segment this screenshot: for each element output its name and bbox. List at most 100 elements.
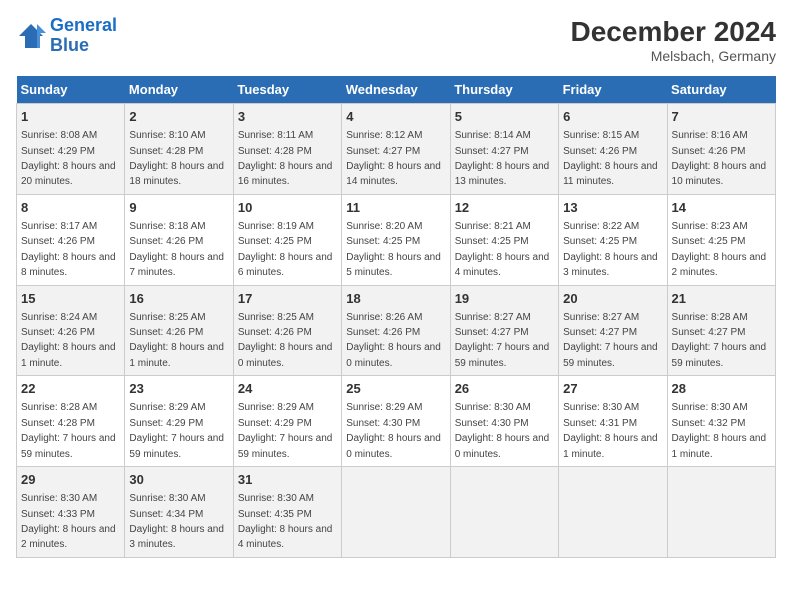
calendar-cell: 25 Sunrise: 8:29 AMSunset: 4:30 PMDaylig… — [342, 376, 450, 467]
day-number: 17 — [238, 290, 337, 308]
day-info: Sunrise: 8:23 AMSunset: 4:25 PMDaylight:… — [672, 221, 767, 278]
calendar-cell: 31 Sunrise: 8:30 AMSunset: 4:35 PMDaylig… — [233, 467, 341, 558]
calendar-cell — [559, 467, 667, 558]
day-info: Sunrise: 8:29 AMSunset: 4:30 PMDaylight:… — [346, 402, 441, 459]
calendar-cell: 13 Sunrise: 8:22 AMSunset: 4:25 PMDaylig… — [559, 194, 667, 285]
column-header-sunday: Sunday — [17, 76, 125, 104]
day-number: 15 — [21, 290, 120, 308]
calendar-cell: 15 Sunrise: 8:24 AMSunset: 4:26 PMDaylig… — [17, 285, 125, 376]
day-info: Sunrise: 8:29 AMSunset: 4:29 PMDaylight:… — [129, 402, 224, 459]
day-info: Sunrise: 8:28 AMSunset: 4:27 PMDaylight:… — [672, 312, 767, 369]
day-info: Sunrise: 8:29 AMSunset: 4:29 PMDaylight:… — [238, 402, 333, 459]
day-number: 29 — [21, 471, 120, 489]
calendar-header-row: SundayMondayTuesdayWednesdayThursdayFrid… — [17, 76, 776, 104]
day-number: 7 — [672, 108, 771, 126]
day-number: 28 — [672, 380, 771, 398]
calendar-week-row: 1 Sunrise: 8:08 AMSunset: 4:29 PMDayligh… — [17, 104, 776, 195]
calendar-cell — [450, 467, 558, 558]
day-info: Sunrise: 8:30 AMSunset: 4:30 PMDaylight:… — [455, 402, 550, 459]
logo: General Blue — [16, 16, 117, 56]
calendar-cell: 10 Sunrise: 8:19 AMSunset: 4:25 PMDaylig… — [233, 194, 341, 285]
day-info: Sunrise: 8:28 AMSunset: 4:28 PMDaylight:… — [21, 402, 116, 459]
calendar-cell: 6 Sunrise: 8:15 AMSunset: 4:26 PMDayligh… — [559, 104, 667, 195]
calendar-cell: 14 Sunrise: 8:23 AMSunset: 4:25 PMDaylig… — [667, 194, 775, 285]
calendar-week-row: 22 Sunrise: 8:28 AMSunset: 4:28 PMDaylig… — [17, 376, 776, 467]
day-number: 8 — [21, 199, 120, 217]
day-number: 23 — [129, 380, 228, 398]
calendar-cell: 18 Sunrise: 8:26 AMSunset: 4:26 PMDaylig… — [342, 285, 450, 376]
calendar-cell — [342, 467, 450, 558]
day-number: 18 — [346, 290, 445, 308]
day-number: 14 — [672, 199, 771, 217]
calendar-cell: 22 Sunrise: 8:28 AMSunset: 4:28 PMDaylig… — [17, 376, 125, 467]
day-info: Sunrise: 8:26 AMSunset: 4:26 PMDaylight:… — [346, 312, 441, 369]
calendar-cell: 11 Sunrise: 8:20 AMSunset: 4:25 PMDaylig… — [342, 194, 450, 285]
calendar-cell: 9 Sunrise: 8:18 AMSunset: 4:26 PMDayligh… — [125, 194, 233, 285]
calendar-cell: 30 Sunrise: 8:30 AMSunset: 4:34 PMDaylig… — [125, 467, 233, 558]
day-number: 1 — [21, 108, 120, 126]
page-header: General Blue December 2024 Melsbach, Ger… — [16, 16, 776, 64]
calendar-cell: 12 Sunrise: 8:21 AMSunset: 4:25 PMDaylig… — [450, 194, 558, 285]
column-header-friday: Friday — [559, 76, 667, 104]
day-number: 9 — [129, 199, 228, 217]
calendar-cell: 24 Sunrise: 8:29 AMSunset: 4:29 PMDaylig… — [233, 376, 341, 467]
day-number: 11 — [346, 199, 445, 217]
day-info: Sunrise: 8:17 AMSunset: 4:26 PMDaylight:… — [21, 221, 116, 278]
title-area: December 2024 Melsbach, Germany — [571, 16, 776, 64]
logo-icon — [16, 21, 46, 51]
day-info: Sunrise: 8:27 AMSunset: 4:27 PMDaylight:… — [455, 312, 550, 369]
day-number: 27 — [563, 380, 662, 398]
day-number: 25 — [346, 380, 445, 398]
column-header-wednesday: Wednesday — [342, 76, 450, 104]
day-number: 21 — [672, 290, 771, 308]
column-header-tuesday: Tuesday — [233, 76, 341, 104]
day-info: Sunrise: 8:19 AMSunset: 4:25 PMDaylight:… — [238, 221, 333, 278]
day-number: 2 — [129, 108, 228, 126]
day-number: 16 — [129, 290, 228, 308]
day-info: Sunrise: 8:18 AMSunset: 4:26 PMDaylight:… — [129, 221, 224, 278]
day-info: Sunrise: 8:10 AMSunset: 4:28 PMDaylight:… — [129, 130, 224, 187]
day-number: 10 — [238, 199, 337, 217]
day-info: Sunrise: 8:12 AMSunset: 4:27 PMDaylight:… — [346, 130, 441, 187]
day-info: Sunrise: 8:30 AMSunset: 4:34 PMDaylight:… — [129, 493, 224, 550]
calendar-cell: 4 Sunrise: 8:12 AMSunset: 4:27 PMDayligh… — [342, 104, 450, 195]
day-number: 12 — [455, 199, 554, 217]
calendar-cell: 21 Sunrise: 8:28 AMSunset: 4:27 PMDaylig… — [667, 285, 775, 376]
day-number: 13 — [563, 199, 662, 217]
column-header-saturday: Saturday — [667, 76, 775, 104]
logo-line1: General — [50, 15, 117, 35]
day-info: Sunrise: 8:15 AMSunset: 4:26 PMDaylight:… — [563, 130, 658, 187]
day-info: Sunrise: 8:08 AMSunset: 4:29 PMDaylight:… — [21, 130, 116, 187]
calendar-cell: 23 Sunrise: 8:29 AMSunset: 4:29 PMDaylig… — [125, 376, 233, 467]
calendar-cell: 27 Sunrise: 8:30 AMSunset: 4:31 PMDaylig… — [559, 376, 667, 467]
calendar-cell: 1 Sunrise: 8:08 AMSunset: 4:29 PMDayligh… — [17, 104, 125, 195]
calendar-cell: 19 Sunrise: 8:27 AMSunset: 4:27 PMDaylig… — [450, 285, 558, 376]
calendar-cell: 28 Sunrise: 8:30 AMSunset: 4:32 PMDaylig… — [667, 376, 775, 467]
logo-line2: Blue — [50, 35, 89, 55]
day-info: Sunrise: 8:16 AMSunset: 4:26 PMDaylight:… — [672, 130, 767, 187]
day-info: Sunrise: 8:14 AMSunset: 4:27 PMDaylight:… — [455, 130, 550, 187]
calendar-cell: 17 Sunrise: 8:25 AMSunset: 4:26 PMDaylig… — [233, 285, 341, 376]
calendar-cell: 20 Sunrise: 8:27 AMSunset: 4:27 PMDaylig… — [559, 285, 667, 376]
day-number: 22 — [21, 380, 120, 398]
day-number: 4 — [346, 108, 445, 126]
column-header-monday: Monday — [125, 76, 233, 104]
calendar-cell: 2 Sunrise: 8:10 AMSunset: 4:28 PMDayligh… — [125, 104, 233, 195]
day-number: 6 — [563, 108, 662, 126]
day-info: Sunrise: 8:27 AMSunset: 4:27 PMDaylight:… — [563, 312, 658, 369]
calendar-cell: 8 Sunrise: 8:17 AMSunset: 4:26 PMDayligh… — [17, 194, 125, 285]
day-number: 30 — [129, 471, 228, 489]
day-number: 3 — [238, 108, 337, 126]
calendar-week-row: 15 Sunrise: 8:24 AMSunset: 4:26 PMDaylig… — [17, 285, 776, 376]
calendar-cell: 7 Sunrise: 8:16 AMSunset: 4:26 PMDayligh… — [667, 104, 775, 195]
day-info: Sunrise: 8:30 AMSunset: 4:32 PMDaylight:… — [672, 402, 767, 459]
calendar-cell: 5 Sunrise: 8:14 AMSunset: 4:27 PMDayligh… — [450, 104, 558, 195]
day-info: Sunrise: 8:25 AMSunset: 4:26 PMDaylight:… — [238, 312, 333, 369]
day-info: Sunrise: 8:30 AMSunset: 4:35 PMDaylight:… — [238, 493, 333, 550]
day-info: Sunrise: 8:22 AMSunset: 4:25 PMDaylight:… — [563, 221, 658, 278]
day-number: 31 — [238, 471, 337, 489]
calendar-cell: 29 Sunrise: 8:30 AMSunset: 4:33 PMDaylig… — [17, 467, 125, 558]
day-number: 26 — [455, 380, 554, 398]
day-info: Sunrise: 8:11 AMSunset: 4:28 PMDaylight:… — [238, 130, 333, 187]
day-info: Sunrise: 8:30 AMSunset: 4:33 PMDaylight:… — [21, 493, 116, 550]
